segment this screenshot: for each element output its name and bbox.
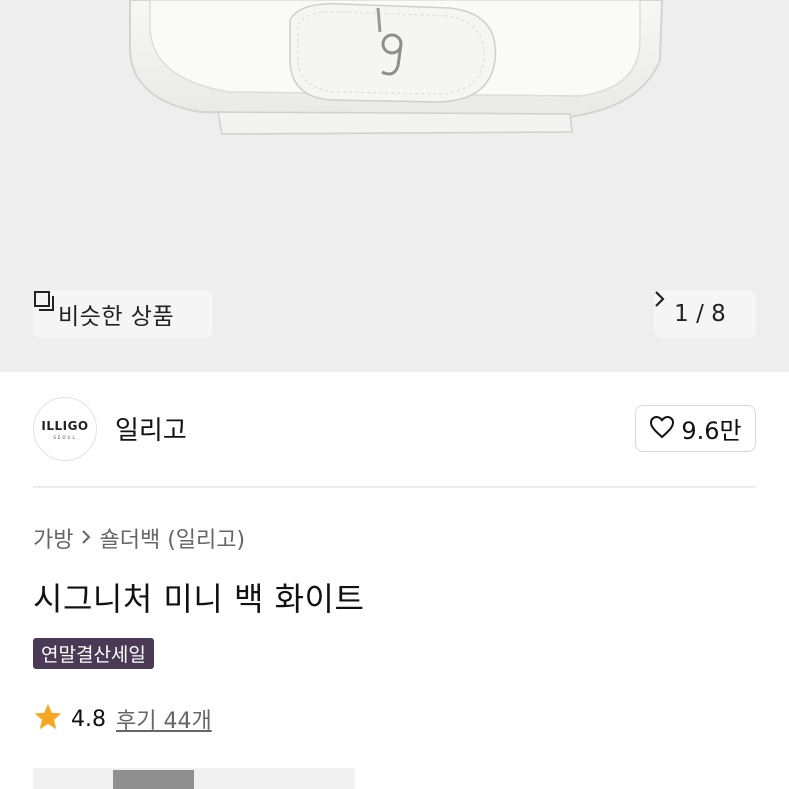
divider	[33, 486, 756, 488]
rating: 4.8 후기 44개	[33, 702, 212, 736]
breadcrumb-category[interactable]: 가방	[33, 522, 73, 554]
like-button[interactable]: 9.6만	[635, 405, 756, 452]
product-title: 시그니처 미니 백 화이트	[33, 580, 365, 618]
product-image-carousel[interactable]: 비슷한 상품 1 / 8	[0, 0, 789, 372]
brand-name[interactable]: 일리고	[115, 410, 187, 447]
brand-logo-subtext: SEOUL	[53, 434, 77, 440]
breadcrumb-subcategory[interactable]: 숄더백 (일리고)	[99, 522, 245, 554]
sale-badge: 연말결산세일	[33, 638, 154, 669]
brand-row: ILLIGO SEOUL 일리고 9.6만	[0, 372, 789, 486]
image-counter-text: 1 / 8	[674, 301, 726, 327]
image-counter[interactable]: 1 / 8	[654, 290, 756, 338]
review-count-link[interactable]: 후기 44개	[116, 703, 212, 735]
like-count: 9.6만	[681, 417, 742, 445]
similar-products-label: 비슷한 상품	[58, 304, 175, 330]
rating-score: 4.8	[71, 706, 106, 732]
heart-outline-icon	[649, 415, 675, 443]
option-thumbnail[interactable]	[113, 770, 194, 789]
similar-products-button[interactable]: 비슷한 상품	[33, 290, 213, 338]
star-icon	[33, 702, 63, 736]
option-thumbnails[interactable]	[33, 768, 355, 789]
breadcrumb: 가방 숄더백 (일리고)	[33, 522, 245, 554]
brand-logo-text: ILLIGO	[41, 418, 89, 433]
chevron-right-icon	[81, 526, 91, 551]
brand-logo[interactable]: ILLIGO SEOUL	[33, 397, 97, 461]
